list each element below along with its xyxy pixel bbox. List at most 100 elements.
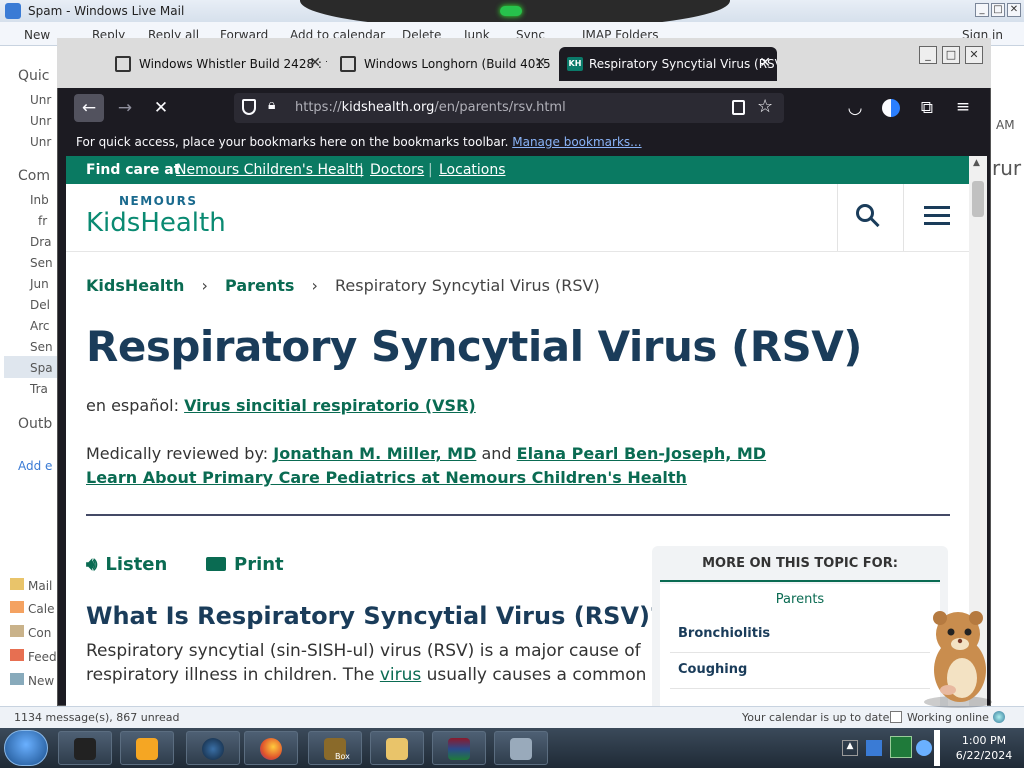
tab-windows-whistler[interactable]: Windows Whistler Build 2428 : f ✕ xyxy=(109,47,327,81)
extensions-icon[interactable]: ⧉ xyxy=(916,98,938,118)
scrollbar-thumb[interactable] xyxy=(972,181,984,217)
taskbar-app[interactable] xyxy=(120,731,174,765)
ff-close-button[interactable]: ✕ xyxy=(965,46,983,64)
quick-views-heading: Quic xyxy=(18,68,50,84)
close-tab-icon[interactable]: ✕ xyxy=(309,55,321,71)
folder-item[interactable]: Tra xyxy=(30,382,48,396)
folder-item-spam[interactable]: Spa xyxy=(30,361,53,375)
back-button[interactable]: ← xyxy=(74,94,104,122)
menu-icon[interactable]: ≡ xyxy=(952,97,974,117)
nav-mail[interactable]: Mail xyxy=(10,578,52,593)
lock-icon[interactable]: 🔒︎ xyxy=(268,97,275,113)
nav-calendar[interactable]: Cale xyxy=(10,601,54,616)
folder-item[interactable]: fr xyxy=(38,214,47,228)
mail-icon xyxy=(10,578,24,590)
folder-item[interactable]: Dra xyxy=(30,235,52,249)
dark-reader-icon[interactable] xyxy=(882,99,900,117)
taskbar-app[interactable] xyxy=(432,731,486,765)
ff-maximize-button[interactable]: □ xyxy=(942,46,960,64)
forward-button[interactable]: → xyxy=(112,98,138,118)
reviewed-by: Medically reviewed by: Jonathan M. Mille… xyxy=(86,444,766,463)
minimize-button[interactable]: _ xyxy=(975,3,989,17)
folder-item[interactable]: Unr xyxy=(30,114,51,128)
url-host: kidshealth.org xyxy=(341,100,435,115)
bookmark-star-icon[interactable]: ☆ xyxy=(757,96,773,117)
stop-loading-button[interactable]: ✕ xyxy=(148,98,174,118)
site-header: NEMOURS KidsHealth xyxy=(66,184,969,252)
listen-button[interactable]: 🔊︎ Listen xyxy=(86,554,167,575)
taskbar-app[interactable] xyxy=(58,731,112,765)
web-page: Find care at Nemours Children's Health |… xyxy=(66,156,969,706)
folder-item[interactable]: Unr xyxy=(30,135,51,149)
print-button[interactable]: Print xyxy=(206,554,284,575)
new-button[interactable]: New xyxy=(24,28,50,42)
hamburger-menu-icon[interactable] xyxy=(924,206,950,226)
folder-item[interactable]: Jun xyxy=(30,277,49,291)
breadcrumb-parents[interactable]: Parents xyxy=(225,276,294,295)
doctors-link[interactable]: Doctors xyxy=(370,162,424,178)
tab-title: Windows Longhorn (Build 4015 xyxy=(364,57,551,71)
separator: | xyxy=(428,162,433,178)
nav-contacts[interactable]: Con xyxy=(10,625,51,640)
breadcrumb-kidshealth[interactable]: KidsHealth xyxy=(86,276,184,295)
pocket-icon[interactable]: ◡ xyxy=(844,98,866,118)
nemours-link[interactable]: Nemours Children's Health xyxy=(176,162,363,178)
url-text: https://kidshealth.org/en/parents/rsv.ht… xyxy=(295,100,566,115)
divider xyxy=(670,652,930,653)
maximize-button[interactable]: □ xyxy=(991,3,1005,17)
topic-link-coughing[interactable]: Coughing xyxy=(678,662,747,677)
network-icon[interactable] xyxy=(866,740,882,756)
folder-item[interactable]: Sen xyxy=(30,340,53,354)
locations-link[interactable]: Locations xyxy=(439,162,506,178)
manage-bookmarks-link[interactable]: Manage bookmarks... xyxy=(512,135,641,149)
calendar-icon xyxy=(10,601,24,613)
taskbar-app[interactable] xyxy=(494,731,548,765)
close-tab-icon[interactable]: ✕ xyxy=(759,55,771,71)
nav-feeds[interactable]: Feed xyxy=(10,649,57,664)
volume-icon[interactable] xyxy=(916,740,932,756)
bookmarks-hint-text: For quick access, place your bookmarks h… xyxy=(76,135,509,149)
folder-item[interactable]: Arc xyxy=(30,319,49,333)
show-hidden-icons[interactable]: ▲ xyxy=(842,740,858,756)
taskbar-app[interactable] xyxy=(370,731,424,765)
taskbar-app[interactable] xyxy=(244,731,298,765)
add-account-link[interactable]: Add e xyxy=(18,459,52,473)
url-bar[interactable]: 🔒︎ https://kidshealth.org/en/parents/rsv… xyxy=(234,93,784,123)
logo-nemours: NEMOURS xyxy=(119,194,198,208)
topic-link-bronchiolitis[interactable]: Bronchiolitis xyxy=(678,626,770,641)
ff-minimize-button[interactable]: _ xyxy=(919,46,937,64)
scroll-up-arrow[interactable]: ▲ xyxy=(973,158,980,168)
close-tab-icon[interactable]: ✕ xyxy=(534,55,546,71)
calendar-text: rur xyxy=(992,156,1022,180)
reviewer-link[interactable]: Elana Pearl Ben-Joseph, MD xyxy=(517,444,766,463)
app-tray-icon[interactable] xyxy=(890,736,912,758)
find-care-label: Find care at xyxy=(86,162,181,178)
nav-newsgroups[interactable]: New xyxy=(10,673,54,688)
taskbar-app[interactable]: Box xyxy=(308,731,362,765)
clock[interactable]: 1:00 PM 6/22/2024 xyxy=(944,733,1024,763)
url-scheme: https:// xyxy=(295,100,342,115)
kidshealth-logo[interactable]: NEMOURS KidsHealth xyxy=(86,192,236,242)
tab-windows-longhorn[interactable]: Windows Longhorn (Build 4015 ✕ xyxy=(334,47,552,81)
tracking-protection-icon[interactable] xyxy=(242,99,256,115)
section-heading: What Is Respiratory Syncytial Virus (RSV… xyxy=(86,602,664,630)
search-icon[interactable] xyxy=(856,204,880,228)
divider xyxy=(903,184,904,251)
wlm-status-bar: 1134 message(s), 867 unread Your calenda… xyxy=(0,706,1024,728)
and-text: and xyxy=(481,444,512,463)
tab-rsv[interactable]: KH Respiratory Syncytial Virus (RSV ✕ xyxy=(559,47,777,81)
folder-item[interactable]: Del xyxy=(30,298,50,312)
folder-item[interactable]: Sen xyxy=(30,256,53,270)
folder-item[interactable]: Inb xyxy=(30,193,49,207)
taskbar-app[interactable] xyxy=(186,731,240,765)
reviewer-link[interactable]: Jonathan M. Miller, MD xyxy=(273,444,476,463)
folder-item[interactable]: Unr xyxy=(30,93,51,107)
primary-care-link[interactable]: Learn About Primary Care Pediatrics at N… xyxy=(86,468,687,487)
espanol-label: en español: xyxy=(86,396,179,415)
virus-link[interactable]: virus xyxy=(380,665,421,685)
reader-view-icon[interactable] xyxy=(732,100,745,115)
spanish-link[interactable]: Virus sincitial respiratorio (VSR) xyxy=(184,396,476,415)
calendar-status: Your calendar is up to date xyxy=(742,711,890,724)
start-button[interactable] xyxy=(4,730,48,766)
close-button[interactable]: ✕ xyxy=(1007,3,1021,17)
